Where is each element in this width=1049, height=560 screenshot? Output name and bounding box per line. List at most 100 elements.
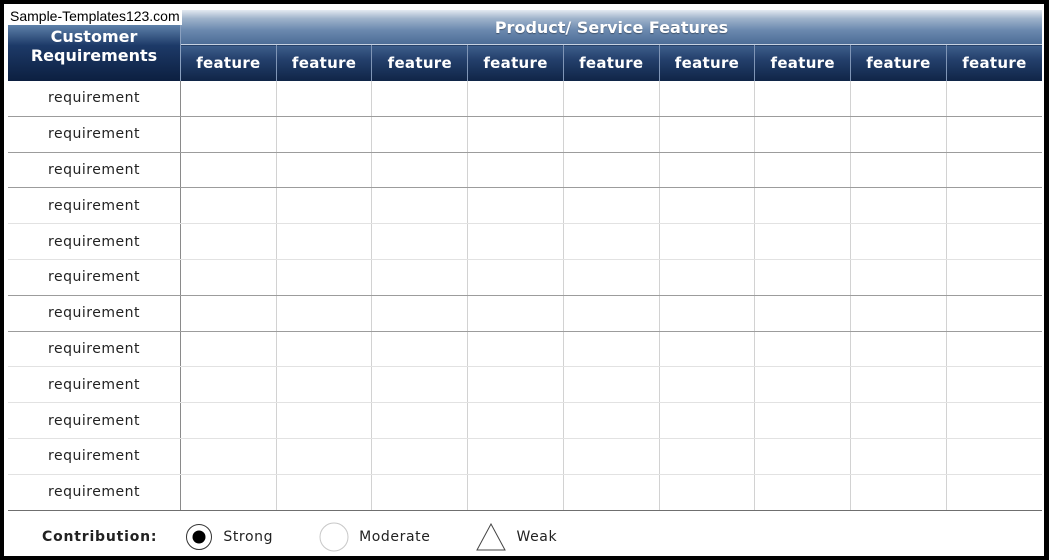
matrix-cell[interactable] xyxy=(275,295,372,332)
matrix-cell[interactable] xyxy=(945,152,1042,189)
matrix-cell[interactable] xyxy=(371,366,468,404)
matrix-cell[interactable] xyxy=(658,116,755,153)
matrix-cell[interactable] xyxy=(754,116,851,153)
matrix-cell[interactable] xyxy=(467,295,564,332)
matrix-cell[interactable] xyxy=(275,152,372,189)
matrix-cell[interactable] xyxy=(754,438,851,475)
matrix-cell[interactable] xyxy=(658,438,755,475)
matrix-cell[interactable] xyxy=(275,259,372,296)
matrix-cell[interactable] xyxy=(562,152,660,189)
matrix-cell[interactable] xyxy=(850,331,947,368)
matrix-cell[interactable] xyxy=(180,81,277,117)
matrix-cell[interactable] xyxy=(180,116,277,153)
matrix-cell[interactable] xyxy=(754,81,851,117)
matrix-cell[interactable] xyxy=(658,187,755,225)
matrix-cell[interactable] xyxy=(658,474,755,511)
matrix-cell[interactable] xyxy=(945,474,1042,511)
matrix-cell[interactable] xyxy=(562,295,660,332)
matrix-cell[interactable] xyxy=(754,187,851,225)
matrix-cell[interactable] xyxy=(945,402,1042,439)
matrix-cell[interactable] xyxy=(467,259,564,296)
matrix-cell[interactable] xyxy=(467,223,564,260)
matrix-cell[interactable] xyxy=(945,366,1042,404)
matrix-cell[interactable] xyxy=(180,223,277,260)
matrix-cell[interactable] xyxy=(562,81,660,117)
matrix-cell[interactable] xyxy=(850,116,947,153)
matrix-cell[interactable] xyxy=(945,81,1042,117)
matrix-cell[interactable] xyxy=(275,331,372,368)
matrix-cell[interactable] xyxy=(850,152,947,189)
matrix-cell[interactable] xyxy=(754,331,851,368)
matrix-cell[interactable] xyxy=(467,152,564,189)
matrix-cell[interactable] xyxy=(562,187,660,225)
matrix-cell[interactable] xyxy=(850,402,947,439)
matrix-cell[interactable] xyxy=(562,438,660,475)
matrix-cell[interactable] xyxy=(371,474,468,511)
matrix-cell[interactable] xyxy=(180,438,277,475)
matrix-cell[interactable] xyxy=(658,81,755,117)
matrix-cell[interactable] xyxy=(371,331,468,368)
matrix-cell[interactable] xyxy=(945,223,1042,260)
matrix-cell[interactable] xyxy=(754,366,851,404)
matrix-cell[interactable] xyxy=(850,187,947,225)
matrix-cell[interactable] xyxy=(754,474,851,511)
matrix-cell[interactable] xyxy=(945,116,1042,153)
matrix-cell[interactable] xyxy=(562,223,660,260)
matrix-cell[interactable] xyxy=(275,187,372,225)
matrix-cell[interactable] xyxy=(180,295,277,332)
matrix-cell[interactable] xyxy=(658,402,755,439)
matrix-cell[interactable] xyxy=(945,295,1042,332)
matrix-cell[interactable] xyxy=(754,223,851,260)
matrix-cell[interactable] xyxy=(180,402,277,439)
matrix-cell[interactable] xyxy=(275,366,372,404)
matrix-cell[interactable] xyxy=(275,474,372,511)
matrix-cell[interactable] xyxy=(467,116,564,153)
matrix-cell[interactable] xyxy=(658,152,755,189)
matrix-cell[interactable] xyxy=(275,116,372,153)
matrix-cell[interactable] xyxy=(945,331,1042,368)
matrix-cell[interactable] xyxy=(371,81,468,117)
matrix-cell[interactable] xyxy=(945,187,1042,225)
matrix-cell[interactable] xyxy=(467,331,564,368)
matrix-cell[interactable] xyxy=(658,331,755,368)
matrix-cell[interactable] xyxy=(562,331,660,368)
matrix-cell[interactable] xyxy=(371,402,468,439)
matrix-cell[interactable] xyxy=(850,81,947,117)
matrix-cell[interactable] xyxy=(658,223,755,260)
matrix-cell[interactable] xyxy=(850,259,947,296)
matrix-cell[interactable] xyxy=(467,402,564,439)
matrix-cell[interactable] xyxy=(275,402,372,439)
matrix-cell[interactable] xyxy=(850,438,947,475)
matrix-cell[interactable] xyxy=(754,259,851,296)
matrix-cell[interactable] xyxy=(180,331,277,368)
matrix-cell[interactable] xyxy=(275,81,372,117)
matrix-cell[interactable] xyxy=(467,81,564,117)
matrix-cell[interactable] xyxy=(850,223,947,260)
matrix-cell[interactable] xyxy=(658,366,755,404)
matrix-cell[interactable] xyxy=(562,366,660,404)
matrix-cell[interactable] xyxy=(371,295,468,332)
matrix-cell[interactable] xyxy=(562,259,660,296)
matrix-cell[interactable] xyxy=(180,259,277,296)
matrix-cell[interactable] xyxy=(562,474,660,511)
matrix-cell[interactable] xyxy=(371,223,468,260)
matrix-cell[interactable] xyxy=(180,187,277,225)
matrix-cell[interactable] xyxy=(945,438,1042,475)
matrix-cell[interactable] xyxy=(754,152,851,189)
matrix-cell[interactable] xyxy=(371,116,468,153)
matrix-cell[interactable] xyxy=(850,295,947,332)
matrix-cell[interactable] xyxy=(850,474,947,511)
matrix-cell[interactable] xyxy=(371,259,468,296)
matrix-cell[interactable] xyxy=(371,187,468,225)
matrix-cell[interactable] xyxy=(467,187,564,225)
matrix-cell[interactable] xyxy=(658,295,755,332)
matrix-cell[interactable] xyxy=(180,152,277,189)
matrix-cell[interactable] xyxy=(467,474,564,511)
matrix-cell[interactable] xyxy=(275,223,372,260)
matrix-cell[interactable] xyxy=(275,438,372,475)
matrix-cell[interactable] xyxy=(180,366,277,404)
matrix-cell[interactable] xyxy=(562,402,660,439)
matrix-cell[interactable] xyxy=(850,366,947,404)
matrix-cell[interactable] xyxy=(658,259,755,296)
matrix-cell[interactable] xyxy=(467,366,564,404)
